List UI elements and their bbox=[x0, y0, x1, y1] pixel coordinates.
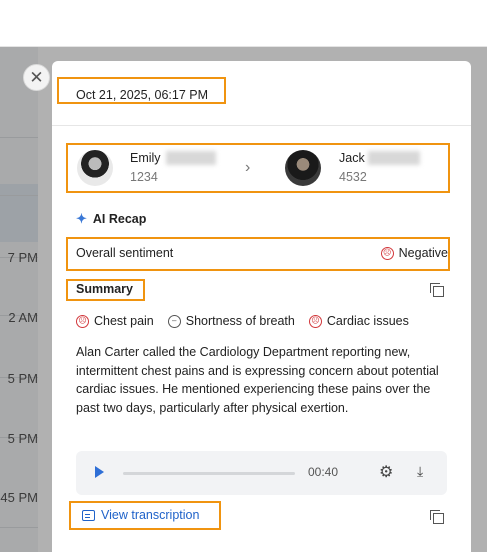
receiver-avatar bbox=[285, 150, 321, 186]
view-transcription-label: View transcription bbox=[101, 508, 200, 522]
sentiment-text: Negative bbox=[398, 246, 448, 260]
copy-icon[interactable] bbox=[430, 510, 444, 524]
tag-label: Chest pain bbox=[94, 314, 154, 328]
view-transcription-button[interactable]: View transcription bbox=[82, 508, 199, 522]
chevron-right-icon: › bbox=[245, 159, 251, 176]
sentiment-value: ☹ Negative bbox=[380, 246, 448, 260]
call-detail-panel: Oct 21, 2025, 06:17 PM Emily 1234 › Jack… bbox=[52, 61, 471, 552]
tag-label: Cardiac issues bbox=[326, 314, 409, 328]
download-icon[interactable]: ⤓ bbox=[417, 463, 423, 480]
tag-chest-pain: ☹ Chest pain bbox=[76, 314, 154, 328]
divider bbox=[52, 125, 471, 126]
caller-id: 1234 bbox=[130, 170, 158, 184]
receiver-name-redacted bbox=[368, 151, 420, 165]
gear-icon[interactable]: ⚙ bbox=[379, 462, 393, 482]
top-bar bbox=[0, 0, 487, 47]
sad-face-icon: ☹ bbox=[308, 314, 322, 328]
sad-face-icon: ☹ bbox=[380, 246, 394, 260]
symptom-tags: ☹ Chest pain – Shortness of breath ☹ Car… bbox=[76, 314, 409, 328]
ai-recap-heading: ✦ AI Recap bbox=[76, 211, 146, 227]
tag-cardiac-issues: ☹ Cardiac issues bbox=[308, 314, 409, 328]
tag-shortness-of-breath: – Shortness of breath bbox=[167, 314, 295, 328]
summary-text: Alan Carter called the Cardiology Depart… bbox=[76, 345, 439, 415]
caller-avatar bbox=[77, 150, 113, 186]
sad-face-icon: ☹ bbox=[76, 314, 89, 328]
sentiment-label: Overall sentiment bbox=[76, 246, 174, 260]
close-button[interactable]: ✕ bbox=[23, 64, 50, 91]
audio-time: 00:40 bbox=[308, 465, 339, 479]
copy-icon[interactable] bbox=[430, 283, 444, 297]
close-icon: ✕ bbox=[29, 67, 44, 87]
sparkle-icon: ✦ bbox=[76, 211, 87, 226]
neutral-face-icon: – bbox=[167, 314, 181, 328]
receiver-id: 4532 bbox=[339, 170, 367, 184]
call-datetime: Oct 21, 2025, 06:17 PM bbox=[76, 88, 209, 102]
tag-label: Shortness of breath bbox=[185, 314, 295, 328]
play-icon[interactable] bbox=[95, 466, 104, 478]
ai-recap-label: AI Recap bbox=[92, 212, 147, 226]
caller-name: Emily bbox=[130, 151, 161, 165]
receiver-name: Jack bbox=[339, 151, 365, 165]
transcript-icon bbox=[82, 509, 95, 521]
audio-progress-track[interactable] bbox=[123, 472, 295, 475]
audio-player: 00:40 ⚙ ⤓ bbox=[76, 451, 447, 495]
caller-name-redacted bbox=[166, 151, 216, 165]
summary-label: Summary bbox=[76, 282, 133, 296]
